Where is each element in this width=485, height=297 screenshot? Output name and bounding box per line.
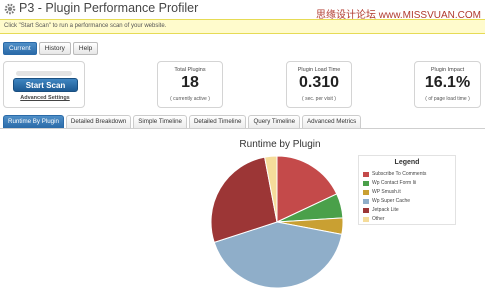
metric-note: ( currently active ) (170, 96, 210, 102)
blurred-site-name (16, 71, 72, 76)
metric-note: ( of page load time ) (425, 96, 470, 102)
header: P3 - Plugin Performance Profiler 思缘设计论坛 … (0, 0, 485, 21)
metric-value: 0.310 (298, 74, 340, 91)
legend-label: Jetpack Lite (372, 207, 399, 213)
legend-item: Wp Super Cache (363, 197, 410, 205)
total-plugins-card: Total Plugins 18 ( currently active ) (157, 61, 223, 108)
scan-card: Start Scan Advanced Settings (3, 61, 85, 108)
metric-title: Plugin Load Time (297, 67, 341, 73)
tabs-divider (0, 128, 485, 129)
metric-title: Plugin Impact (430, 67, 465, 73)
legend-label: WP Smush.it (372, 189, 401, 195)
gear-icon (4, 3, 16, 15)
legend-label: Subscribe To Comments (372, 171, 427, 177)
tab-detailed-timeline[interactable]: Detailed Timeline (188, 115, 247, 128)
legend-swatch (363, 189, 369, 195)
legend-label: Other (372, 216, 385, 222)
metric-title: Total Plugins (174, 67, 206, 73)
legend-swatch (363, 198, 369, 204)
tab-help[interactable]: Help (72, 42, 99, 55)
view-tabs: Runtime By Plugin Detailed Breakdown Sim… (3, 115, 362, 128)
tab-simple-timeline[interactable]: Simple Timeline (133, 115, 187, 128)
legend-item: Jetpack Lite (363, 206, 399, 214)
legend-title: Legend (394, 159, 420, 166)
tab-current[interactable]: Current (3, 42, 37, 55)
metric-note: ( sec. per visit ) (302, 96, 336, 102)
page-title: P3 - Plugin Performance Profiler (19, 1, 199, 15)
notice-bar: Click "Start Scan" to run a performance … (0, 19, 485, 34)
chart-legend: Legend Subscribe To Comments Wp Contact F… (358, 155, 456, 225)
load-time-card: Plugin Load Time 0.310 ( sec. per visit … (286, 61, 352, 108)
legend-item: Subscribe To Comments (363, 170, 426, 178)
legend-swatch (363, 171, 369, 177)
start-scan-button[interactable]: Start Scan (13, 78, 78, 92)
tab-advanced-metrics[interactable]: Advanced Metrics (302, 115, 362, 128)
tab-runtime-by-plugin[interactable]: Runtime By Plugin (3, 115, 64, 128)
legend-item: WP Smush.it (363, 188, 401, 196)
pie-chart (210, 155, 344, 289)
tab-query-timeline[interactable]: Query Timeline (248, 115, 301, 128)
legend-item: Other (363, 215, 385, 223)
top-tabs: Current History Help (3, 42, 99, 56)
metric-value: 16.1% (424, 74, 471, 91)
advanced-settings-link[interactable]: Advanced Settings (4, 95, 86, 101)
legend-swatch (363, 216, 369, 222)
legend-item: Wp Contact Form Iii (363, 179, 416, 187)
metric-value: 18 (181, 74, 199, 91)
tab-history[interactable]: History (38, 42, 71, 55)
legend-label: Wp Contact Form Iii (372, 180, 417, 186)
legend-swatch (363, 180, 369, 186)
plugin-impact-card: Plugin Impact 16.1% ( of page load time … (414, 61, 481, 108)
legend-label: Wp Super Cache (372, 198, 411, 204)
tab-detailed-breakdown[interactable]: Detailed Breakdown (65, 115, 132, 128)
legend-swatch (363, 207, 369, 213)
